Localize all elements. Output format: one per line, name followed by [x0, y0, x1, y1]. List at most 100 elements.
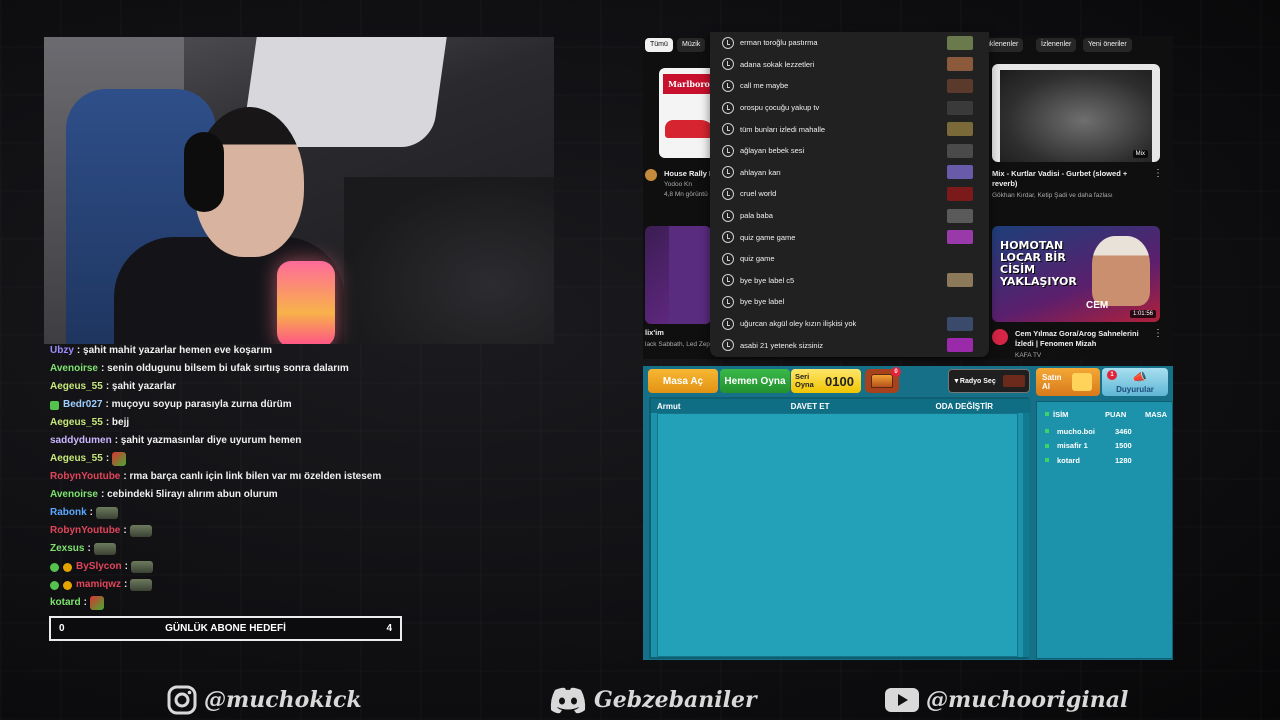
history-clock-icon [722, 101, 734, 114]
header-table: MASA [1145, 409, 1168, 419]
social-youtube: @muchooriginal [884, 683, 1128, 717]
search-history-item[interactable]: quiz game game [710, 226, 989, 248]
instagram-handle: @muchokick [204, 687, 362, 713]
search-history-text: quiz game [740, 254, 775, 264]
chat-emote-icon [130, 561, 153, 573]
player-row[interactable]: misafir 1 1500 [1045, 439, 1175, 453]
chat-text: : bejj [105, 417, 130, 428]
player-name: misafir 1 [1057, 441, 1088, 450]
search-history-item[interactable]: bye bye label [710, 291, 989, 313]
duyurular-button[interactable]: Duyurular 1 📣 [1102, 368, 1168, 396]
search-history-item[interactable]: pala baba [710, 205, 989, 227]
more-options-icon[interactable]: ⋮ [1153, 328, 1163, 339]
search-history-item[interactable]: call me maybe [710, 75, 989, 97]
search-history-item[interactable]: asabi 21 yetenek sizsiniz [710, 334, 989, 356]
chat-text: : [83, 597, 87, 608]
search-history-thumbnail [947, 100, 973, 115]
room-scrollbar[interactable] [1023, 413, 1029, 657]
video-channel[interactable]: Gökhan Kırdar, Ketip Şadi ve daha fazlas… [992, 191, 1172, 200]
video-title[interactable]: House Rally P [664, 169, 714, 179]
chat-username: Ubzy [50, 345, 74, 356]
treasure-chest-icon[interactable]: 0 [865, 367, 901, 393]
more-options-icon[interactable]: ⋮ [1153, 168, 1163, 179]
chat-username: Zexsus [50, 543, 85, 554]
chat-username: Avenoirse [50, 489, 98, 500]
search-history-dropdown: erman toroğlu pastırma adana sokak lezzet… [710, 32, 989, 357]
search-history-item[interactable]: ahlayan karı [710, 162, 989, 184]
chat-username: Bedr027 [63, 399, 103, 410]
masa-ac-button[interactable]: Masa Aç [648, 369, 718, 393]
search-history-text: erman toroğlu pastırma [740, 38, 818, 48]
chat-badge-icon [50, 562, 59, 572]
video-thumb-mix[interactable] [645, 226, 711, 324]
search-history-item[interactable]: orospu çocuğu yakup tv [710, 97, 989, 119]
duyurular-label: Duyurular [1116, 385, 1154, 394]
search-history-text: ahlayan karı [740, 167, 781, 177]
chat-username: mamiqwz [76, 579, 122, 590]
video-title[interactable]: Mix - Kurtlar Vadisi - Gurbet (slowed + … [992, 169, 1152, 189]
duyurular-badge: 1 [1107, 370, 1117, 380]
history-clock-icon [722, 166, 734, 179]
chat-text: : şahit yazarlar [105, 381, 176, 392]
change-room-button[interactable]: ODA DEĞİŞTİR [936, 402, 993, 411]
player-row[interactable]: kotard 1280 [1045, 453, 1175, 467]
seri-oyna-button[interactable]: Seri Oyna 0100 [791, 369, 861, 393]
webcam-guitar [344, 177, 554, 344]
search-history-item[interactable]: quiz game [710, 248, 989, 270]
search-history-text: orospu çocuğu yakup tv [740, 103, 820, 113]
search-history-text: ağlayan bebek sesi [740, 146, 805, 156]
search-history-thumbnail [947, 230, 973, 245]
history-clock-icon [722, 231, 734, 244]
chat-text: : cebindeki 5lirayı alırım abun olurum [100, 489, 278, 500]
search-history-item[interactable]: erman toroğlu pastırma [710, 32, 989, 54]
satin-al-label: Satın Al [1042, 373, 1062, 391]
radio-icon [1003, 375, 1025, 387]
chat-emote-icon [112, 452, 127, 466]
video-channel[interactable]: Yodoo Kn [664, 180, 692, 189]
game-window: Masa Aç Hemen Oyna Seri Oyna 0100 0 ▼Rad… [643, 366, 1173, 660]
seri-oyna-label: Seri Oyna [795, 372, 814, 389]
search-history-item[interactable]: tüm bunları izledi mahalle [710, 118, 989, 140]
chat-message: Ubzy: şahit mahit yazarlar hemen eve koş… [50, 342, 450, 360]
search-history-text: pala baba [740, 211, 773, 221]
chip-all[interactable]: Tümü [645, 38, 673, 52]
chat-message: Bedr027: muçoyu soyup parasıyla zurna dü… [50, 396, 450, 414]
video-thumb-cem-yilmaz[interactable]: HOMOTAN LOCAR BİR CİSİM YAKLAŞIYOR CEM 1… [992, 226, 1160, 322]
chip-new-suggestions[interactable]: Yeni öneriler [1083, 38, 1132, 52]
youtube-icon [884, 684, 920, 716]
search-history-item[interactable]: uğurcan akgül oley kızın ilişkisi yok [710, 313, 989, 335]
search-history-item[interactable]: cruel world [710, 183, 989, 205]
video-duration: 1:01:56 [1129, 310, 1156, 318]
player-row[interactable]: mucho.boi 3460 [1045, 424, 1175, 438]
search-history-text: bye bye label c5 [740, 275, 795, 285]
online-dot [1045, 412, 1049, 416]
discord-name: Gebzebaniler [594, 687, 757, 713]
chat-username: Aegeus_55 [50, 453, 103, 464]
chest-badge: 0 [891, 367, 901, 377]
room-content [657, 413, 1018, 657]
video-title[interactable]: lix'im [645, 328, 664, 338]
channel-avatar [645, 169, 657, 181]
video-channel[interactable]: lack Sabbath, Led Zep [645, 340, 710, 349]
hemen-oyna-button[interactable]: Hemen Oyna [720, 369, 790, 393]
search-history-item[interactable]: adana sokak lezzetleri [710, 54, 989, 76]
chat-username: Rabonk [50, 507, 87, 518]
chat-message: Aegeus_55: şahit yazarlar [50, 378, 450, 396]
chat-emote-icon [89, 596, 104, 610]
invite-button[interactable]: DAVET ET [791, 402, 830, 411]
chat-text: : şahit yazmasınlar diye uyurum hemen [114, 435, 302, 446]
chat-username: kotard [50, 597, 81, 608]
chat-text: : [89, 507, 94, 518]
video-thumb-kurtlar-vadisi[interactable]: Mix [992, 64, 1160, 162]
search-history-item[interactable]: ağlayan bebek sesi [710, 140, 989, 162]
chip-watched[interactable]: İzlenenler [1036, 38, 1077, 52]
marlboro-logo: Marlboro [663, 74, 715, 94]
radio-select[interactable]: ▼Radyo Seç [948, 369, 1030, 393]
satin-al-button[interactable]: Satın Al [1036, 368, 1100, 396]
channel-avatar [992, 329, 1008, 345]
search-history-item[interactable]: bye bye label c5 [710, 270, 989, 292]
chat-emote-icon [93, 543, 116, 555]
video-title[interactable]: Cem Yılmaz Gora/Arog Sahnelerini İzledi … [1015, 329, 1155, 349]
chip-music[interactable]: Müzik [677, 38, 706, 52]
video-channel[interactable]: KAFA TV [1015, 351, 1041, 359]
